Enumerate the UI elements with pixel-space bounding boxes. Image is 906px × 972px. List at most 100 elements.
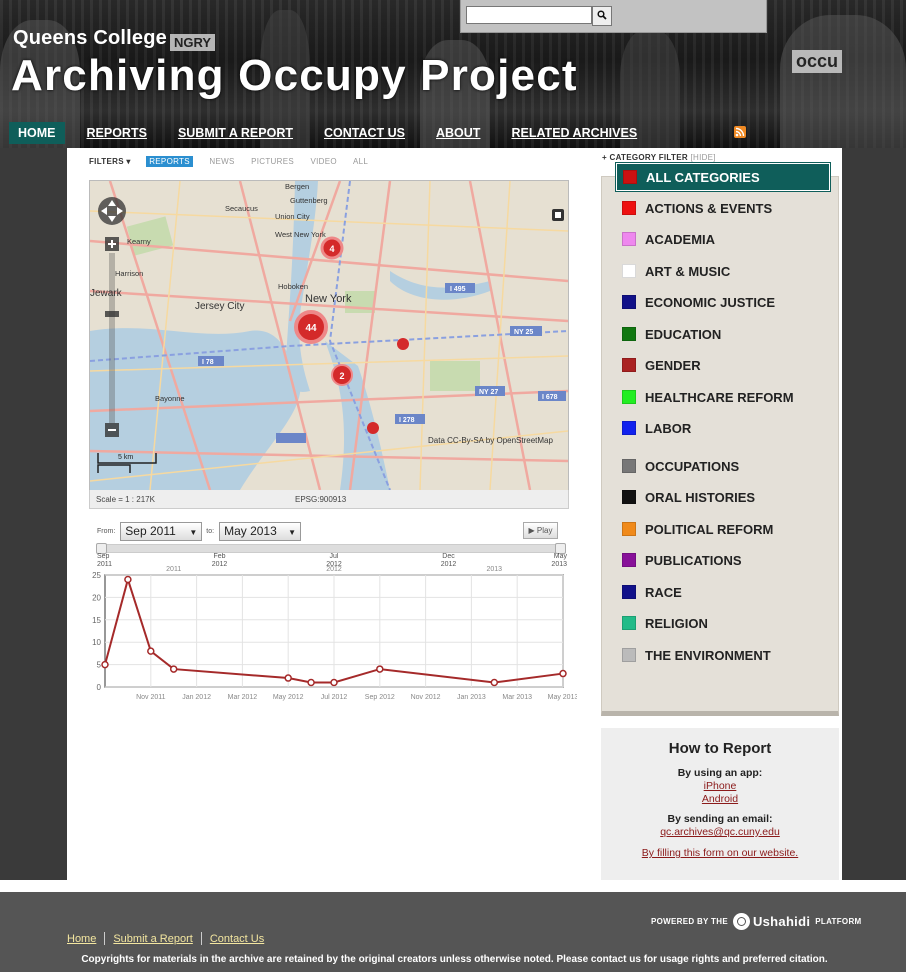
map-zoom-slider[interactable] <box>109 253 115 423</box>
timeline-data-point[interactable] <box>101 660 109 669</box>
category-education[interactable]: EDUCATION <box>616 322 828 346</box>
nav-about[interactable]: ABOUT <box>436 126 480 140</box>
road-shield: NY 27 <box>479 389 498 396</box>
site-subtitle: Queens College <box>13 27 167 49</box>
report-form-link[interactable]: By filling this form on our website. <box>601 847 839 859</box>
category-filter-toggle[interactable]: + CATEGORY FILTER <box>602 153 688 162</box>
category-race[interactable]: RACE <box>616 580 828 604</box>
category-art-music[interactable]: ART & MUSIC <box>616 259 828 283</box>
timeline-data-point[interactable] <box>284 674 292 682</box>
footer-spacer <box>0 880 906 892</box>
timeline-data-point[interactable] <box>169 665 178 673</box>
map-pan-control[interactable] <box>98 197 126 225</box>
filter-pictures[interactable]: PICTURES <box>251 157 294 166</box>
footer-home-link[interactable]: Home <box>67 933 96 945</box>
slider-tick-year: 2012 <box>212 561 228 568</box>
search-input[interactable] <box>466 6 592 24</box>
timeline-slider[interactable] <box>96 543 566 554</box>
report-marker[interactable] <box>397 338 409 350</box>
timeline-data-point[interactable] <box>559 669 567 678</box>
category-label: ECONOMIC JUSTICE <box>645 294 776 310</box>
reports-map[interactable]: Bergen Secaucus Union City Guttenberg We… <box>89 180 569 491</box>
y-tick-label: 0 <box>97 683 102 692</box>
search-button[interactable] <box>592 6 612 26</box>
timeline-data-point[interactable] <box>124 575 132 584</box>
slider-tick-month: Dec <box>442 553 455 560</box>
timeline-data-point[interactable] <box>330 678 338 687</box>
play-button[interactable]: ▶ Play <box>523 522 558 539</box>
category-all-categories[interactable]: ALL CATEGORIES <box>616 163 830 191</box>
category-oral-histories[interactable]: ORAL HISTORIES <box>616 485 828 509</box>
nav-home[interactable]: HOME <box>9 121 65 144</box>
from-date-select[interactable]: Sep 2011 ▼ <box>120 522 203 541</box>
map-zoom-in-button[interactable] <box>105 237 119 251</box>
category-gender[interactable]: GENDER <box>616 353 828 377</box>
timeline-data-point[interactable] <box>376 665 384 673</box>
map-zoom-out-button[interactable] <box>105 423 119 437</box>
nav-contact-us[interactable]: CONTACT US <box>324 126 405 140</box>
map-label: Hoboken <box>278 282 308 291</box>
nav-submit-report[interactable]: SUBMIT A REPORT <box>178 126 293 140</box>
rss-icon[interactable] <box>734 126 746 138</box>
map-projection-text: EPSG:900913 <box>295 495 347 504</box>
map-layer-switcher-icon[interactable] <box>552 209 564 221</box>
filter-all[interactable]: ALL <box>353 157 368 166</box>
map-canvas[interactable]: Bergen Secaucus Union City Guttenberg We… <box>90 181 568 490</box>
category-religion[interactable]: RELIGION <box>616 611 828 635</box>
category-actions-events[interactable]: ACTIONS & EVENTS <box>616 196 828 220</box>
category-academia[interactable]: ACADEMIA <box>616 227 828 251</box>
nav-related-archives[interactable]: RELATED ARCHIVES <box>511 126 637 140</box>
category-color-swatch <box>622 421 636 435</box>
email-label: By sending an email: <box>667 813 773 825</box>
footer-links: Home Submit a Report Contact Us <box>67 932 264 945</box>
chevron-down-icon: ▼ <box>288 528 297 537</box>
road-shield: NY 25 <box>514 329 533 336</box>
ushahidi-logo-icon <box>732 913 750 930</box>
filter-video[interactable]: VIDEO <box>311 157 337 166</box>
category-color-swatch <box>622 358 636 372</box>
category-political-reform[interactable]: POLITICAL REFORM <box>616 517 828 541</box>
y-tick-label: 15 <box>92 616 101 625</box>
powered-by-ushahidi[interactable]: POWERED BY THE Ushahidi PLATFORM <box>651 913 862 930</box>
filter-reports[interactable]: REPORTS <box>146 156 193 167</box>
category-label: PUBLICATIONS <box>645 552 742 568</box>
nav-reports[interactable]: REPORTS <box>87 126 147 140</box>
map-zoom-handle[interactable] <box>105 311 119 317</box>
site-title[interactable]: Archiving Occupy Project <box>11 51 578 101</box>
hide-categories-link[interactable]: [HIDE] <box>690 153 715 162</box>
filters-bar: FILTERS ▾ REPORTS NEWS PICTURES VIDEO AL… <box>89 156 382 167</box>
category-economic-justice[interactable]: ECONOMIC JUSTICE <box>616 290 828 314</box>
road-shield: I 678 <box>542 394 558 401</box>
category-labor[interactable]: LABOR <box>616 416 828 440</box>
x-tick-label: Jan 2013 <box>457 694 486 701</box>
report-cluster-marker[interactable]: 2 <box>331 364 353 386</box>
category-occupations[interactable]: OCCUPATIONS <box>616 454 828 478</box>
report-marker[interactable] <box>367 422 379 434</box>
y-tick-label: 10 <box>92 638 101 647</box>
email-link[interactable]: qc.archives@qc.cuny.edu <box>601 826 839 838</box>
main-content: FILTERS ▾ REPORTS NEWS PICTURES VIDEO AL… <box>67 148 842 880</box>
android-link[interactable]: Android <box>601 793 839 805</box>
map-attribution[interactable]: Data CC-By-SA by OpenStreetMap <box>428 436 553 445</box>
from-label: From: <box>97 528 116 535</box>
iphone-link[interactable]: iPhone <box>601 780 839 792</box>
category-color-swatch <box>622 553 636 567</box>
road-shield: I 78 <box>202 359 214 366</box>
report-cluster-marker[interactable]: 44 <box>294 310 328 344</box>
footer-submit-report-link[interactable]: Submit a Report <box>113 933 192 945</box>
category-color-swatch <box>622 585 636 599</box>
timeline-data-point[interactable] <box>490 678 499 687</box>
category-label: LABOR <box>645 420 692 436</box>
footer-contact-link[interactable]: Contact Us <box>210 933 264 945</box>
category-healthcare-reform[interactable]: HEALTHCARE REFORM <box>616 385 828 409</box>
to-date-select[interactable]: May 2013 ▼ <box>219 522 302 541</box>
category-label: ACTIONS & EVENTS <box>645 200 773 216</box>
category-publications[interactable]: PUBLICATIONS <box>616 548 828 572</box>
filter-news[interactable]: NEWS <box>209 157 234 166</box>
report-cluster-marker[interactable]: 4 <box>320 236 344 260</box>
category-the-environment[interactable]: THE ENVIRONMENT <box>616 643 828 667</box>
map-label: Kearny <box>127 237 151 246</box>
timeline-data-point[interactable] <box>307 678 315 687</box>
timeline-data-point[interactable] <box>147 647 155 655</box>
filters-label[interactable]: FILTERS ▾ <box>89 157 131 166</box>
